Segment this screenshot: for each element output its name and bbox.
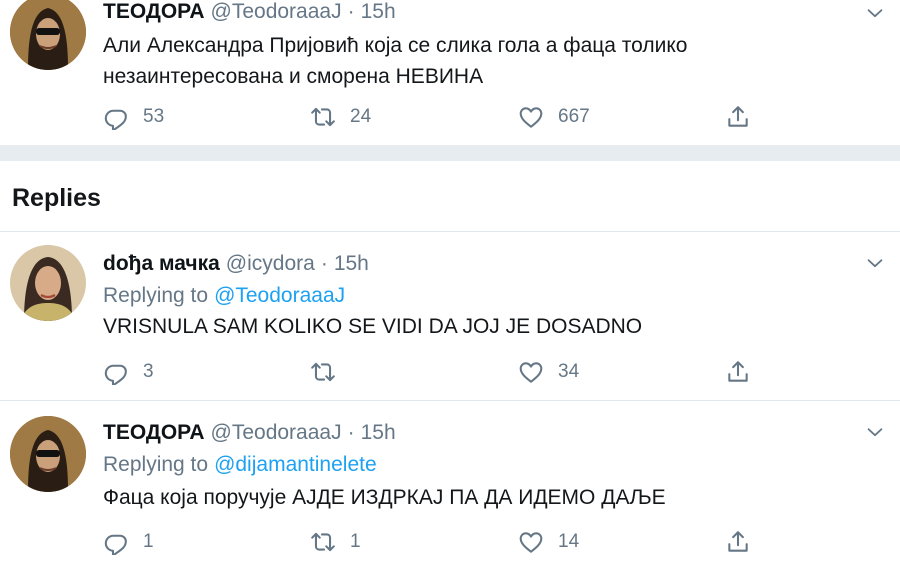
speech-bubble-icon — [103, 104, 129, 130]
replying-to-link[interactable]: @dijamantinelete — [214, 453, 377, 476]
avatar-image — [10, 416, 86, 492]
tweet-actions: 1 1 14 — [103, 528, 763, 556]
tweet-text-line: Али Александра Пријовић која се слика го… — [103, 34, 688, 57]
share-button[interactable] — [725, 103, 751, 131]
header-separator: · — [347, 421, 355, 444]
reply-tweet[interactable]: ТЕОДОРА @TeodoraaaJ · 15h Replying to @dijam… — [0, 401, 900, 569]
tweet-text: VRISNULA SAM KOLIKO SE VIDI DA JOJ JE DO… — [103, 315, 643, 338]
reply-count: 53 — [143, 106, 165, 127]
retweet-count: 24 — [350, 106, 372, 127]
replying-to-label: Replying to — [103, 453, 209, 476]
tweet-text: Али Александра Пријовић која се слика го… — [103, 30, 687, 92]
display-name[interactable]: dођа мачка — [103, 252, 220, 275]
replying-to-label: Replying to — [103, 284, 209, 307]
tweet-header: dођа мачка @icydora · 15h — [103, 252, 369, 276]
heart-icon — [518, 104, 544, 130]
replies-heading: Replies — [12, 184, 101, 212]
tweet-actions: 53 24 667 — [103, 103, 763, 131]
heart-icon — [518, 529, 544, 555]
username[interactable]: @TeodoraaaJ — [211, 421, 342, 444]
retweet-button[interactable]: 24 — [310, 103, 371, 131]
timestamp[interactable]: 15h — [361, 421, 396, 444]
replying-to: Replying to @TeodoraaaJ — [103, 284, 345, 308]
chevron-down-icon[interactable] — [864, 2, 886, 24]
share-icon — [725, 104, 751, 130]
avatar[interactable] — [10, 416, 86, 492]
display-name[interactable]: ТЕОДОРА — [103, 0, 205, 23]
retweet-button[interactable] — [310, 358, 350, 386]
tweet-header: ТЕОДОРА @TeodoraaaJ · 15h — [103, 0, 396, 24]
like-count: 14 — [558, 531, 580, 552]
chevron-down-icon[interactable] — [864, 252, 886, 274]
avatar[interactable] — [10, 0, 86, 70]
reply-count: 1 — [143, 531, 154, 552]
avatar-image — [10, 245, 86, 321]
retweet-button[interactable]: 1 — [310, 528, 361, 556]
reply-button[interactable]: 1 — [103, 528, 154, 556]
like-button[interactable]: 667 — [518, 103, 590, 131]
share-button[interactable] — [725, 528, 751, 556]
tweet-header: ТЕОДОРА @TeodoraaaJ · 15h — [103, 421, 396, 445]
retweet-icon — [310, 359, 336, 385]
reply-button[interactable]: 3 — [103, 358, 154, 386]
share-icon — [725, 529, 751, 555]
like-button[interactable]: 34 — [518, 358, 579, 386]
timestamp[interactable]: 15h — [334, 252, 369, 275]
username[interactable]: @icydora — [226, 252, 315, 275]
share-icon — [725, 359, 751, 385]
chevron-down-icon[interactable] — [864, 421, 886, 443]
avatar-image — [10, 0, 86, 70]
tweet-text: Фаца која поручује АЈДЕ ИЗДРКАЈ ПА ДА ИД… — [103, 486, 666, 509]
main-tweet[interactable]: ТЕОДОРА @TeodoraaaJ · 15h Али Александра Пр… — [0, 0, 900, 145]
header-separator: · — [347, 0, 355, 23]
like-button[interactable]: 14 — [518, 528, 579, 556]
speech-bubble-icon — [103, 359, 129, 385]
tweet-text-line: незаинтересована и сморена НЕВИНА — [103, 65, 484, 88]
retweet-icon — [310, 104, 336, 130]
replying-to: Replying to @dijamantinelete — [103, 453, 377, 477]
reply-tweet[interactable]: dођа мачка @icydora · 15h Replying to @Teodo… — [0, 232, 900, 400]
heart-icon — [518, 359, 544, 385]
section-separator — [0, 145, 900, 161]
share-button[interactable] — [725, 358, 751, 386]
timestamp[interactable]: 15h — [361, 0, 396, 23]
avatar[interactable] — [10, 245, 86, 321]
tweet-actions: 3 34 — [103, 358, 763, 386]
retweet-icon — [310, 529, 336, 555]
like-count: 34 — [558, 361, 580, 382]
display-name[interactable]: ТЕОДОРА — [103, 421, 205, 444]
replying-to-link[interactable]: @TeodoraaaJ — [214, 284, 345, 307]
username[interactable]: @TeodoraaaJ — [211, 0, 342, 23]
reply-count: 3 — [143, 361, 154, 382]
retweet-count: 1 — [350, 531, 361, 552]
speech-bubble-icon — [103, 529, 129, 555]
reply-button[interactable]: 53 — [103, 103, 164, 131]
like-count: 667 — [558, 106, 590, 127]
header-separator: · — [320, 252, 328, 275]
